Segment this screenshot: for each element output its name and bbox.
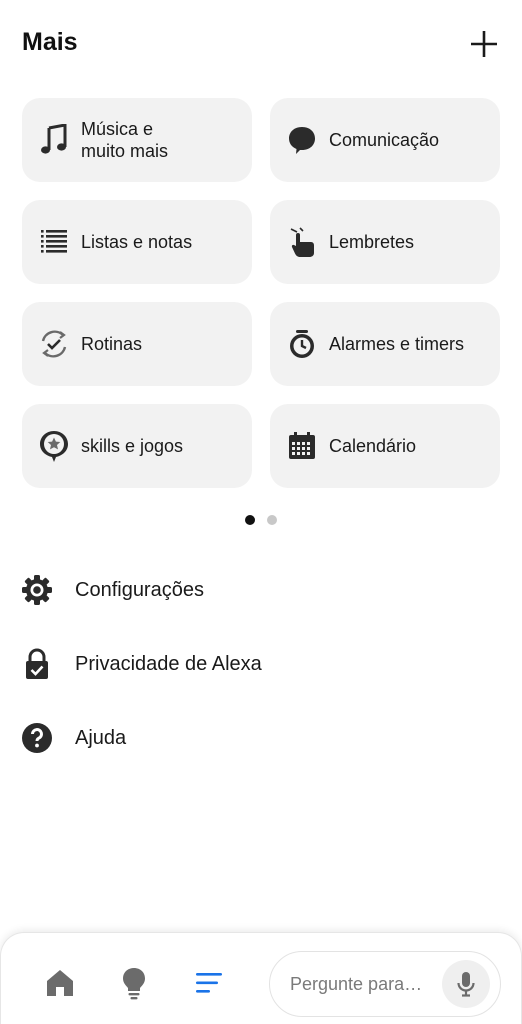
microphone-icon — [457, 972, 475, 997]
tile-communication[interactable]: Comunicação — [270, 98, 500, 182]
list-icon — [41, 230, 67, 253]
tile-label: Lembretes — [329, 232, 415, 252]
tile-label: Rotinas — [81, 334, 143, 354]
header: Mais — [0, 0, 522, 88]
tile-label: Alarmes e timers — [329, 334, 465, 354]
more-menu-icon — [196, 973, 222, 993]
menu-label: Ajuda — [75, 726, 127, 749]
alarm-clock-icon — [290, 330, 314, 358]
reminder-hand-icon — [290, 227, 314, 257]
tile-calendar[interactable]: Calendário — [270, 404, 500, 488]
bottom-navigation: Pergunte para… — [0, 932, 522, 1024]
routine-check-icon — [41, 330, 67, 358]
tile-skills[interactable]: skills e jogos — [22, 404, 252, 488]
tile-alarms[interactable]: Alarmes e timers — [270, 302, 500, 386]
tile-music[interactable]: Música e muito mais — [22, 98, 252, 182]
add-button[interactable] — [466, 26, 502, 62]
home-icon — [47, 970, 73, 996]
menu-label: Configurações — [75, 578, 204, 601]
tile-label: Listas e notas — [81, 232, 193, 252]
nav-home[interactable] — [42, 965, 78, 1001]
gear-icon — [22, 575, 52, 605]
music-note-icon — [41, 124, 67, 154]
page-indicator — [0, 515, 522, 525]
tile-lists[interactable]: Listas e notas — [22, 200, 252, 284]
chat-bubble-icon — [289, 127, 315, 154]
calendar-icon — [289, 432, 315, 459]
devices-bulb-icon — [123, 968, 145, 1000]
plus-icon — [471, 31, 497, 57]
tile-label: Comunicação — [329, 130, 440, 150]
page-dot-active[interactable] — [245, 515, 255, 525]
mic-button[interactable] — [442, 960, 490, 1008]
tile-label: skills e jogos — [81, 436, 184, 456]
ask-alexa-input[interactable]: Pergunte para… — [269, 951, 501, 1017]
tile-label: Calendário — [329, 436, 417, 456]
help-icon — [22, 723, 52, 753]
menu-item-help[interactable]: Ajuda — [0, 706, 522, 770]
tile-reminders[interactable]: Lembretes — [270, 200, 500, 284]
ask-placeholder: Pergunte para… — [290, 973, 423, 994]
nav-devices[interactable] — [116, 965, 152, 1001]
page-title: Mais — [22, 28, 78, 56]
page-dot[interactable] — [267, 515, 277, 525]
menu-item-privacy[interactable]: Privacidade de Alexa — [0, 632, 522, 696]
skills-star-icon — [40, 431, 68, 462]
lock-check-icon — [26, 648, 48, 679]
tile-routines[interactable]: Rotinas — [22, 302, 252, 386]
menu-item-settings[interactable]: Configurações — [0, 558, 522, 622]
menu-label: Privacidade de Alexa — [75, 652, 262, 675]
nav-more[interactable] — [191, 965, 227, 1001]
tile-label: Música e muito mais — [81, 119, 169, 161]
